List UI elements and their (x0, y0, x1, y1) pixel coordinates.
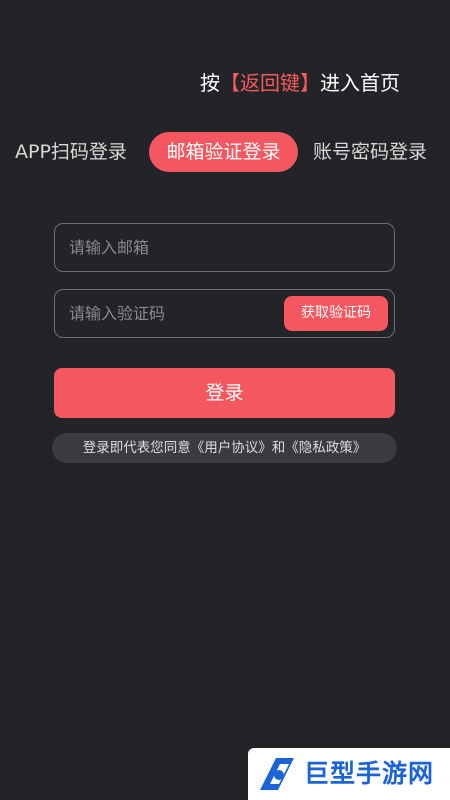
watermark-text: 巨型手游网 (304, 759, 435, 788)
agreement-notice[interactable]: 登录即代表您同意《用户协议》和《隐私政策》 (52, 433, 397, 463)
tab-email-verify-login[interactable]: 邮箱验证登录 (149, 132, 298, 172)
email-field (54, 223, 395, 272)
hint-prefix: 按 (200, 71, 220, 95)
email-input[interactable] (69, 224, 379, 270)
login-button[interactable]: 登录 (54, 368, 395, 418)
back-key-hint: 按【返回键】进入首页 (0, 70, 450, 96)
login-method-tabs: APP扫码登录 邮箱验证登录 账号密码登录 (0, 132, 450, 172)
brand-logo-icon (260, 758, 294, 790)
tab-account-password-login[interactable]: 账号密码登录 (313, 132, 427, 172)
verification-code-field: 获取验证码 (54, 289, 395, 338)
watermark-banner: 巨型手游网 (248, 748, 450, 800)
get-code-button[interactable]: 获取验证码 (284, 296, 388, 331)
verification-code-input[interactable] (69, 290, 269, 336)
hint-back-key: 【返回键】 (220, 71, 320, 95)
hint-suffix: 进入首页 (320, 71, 400, 95)
tab-app-scan-login[interactable]: APP扫码登录 (15, 132, 127, 172)
